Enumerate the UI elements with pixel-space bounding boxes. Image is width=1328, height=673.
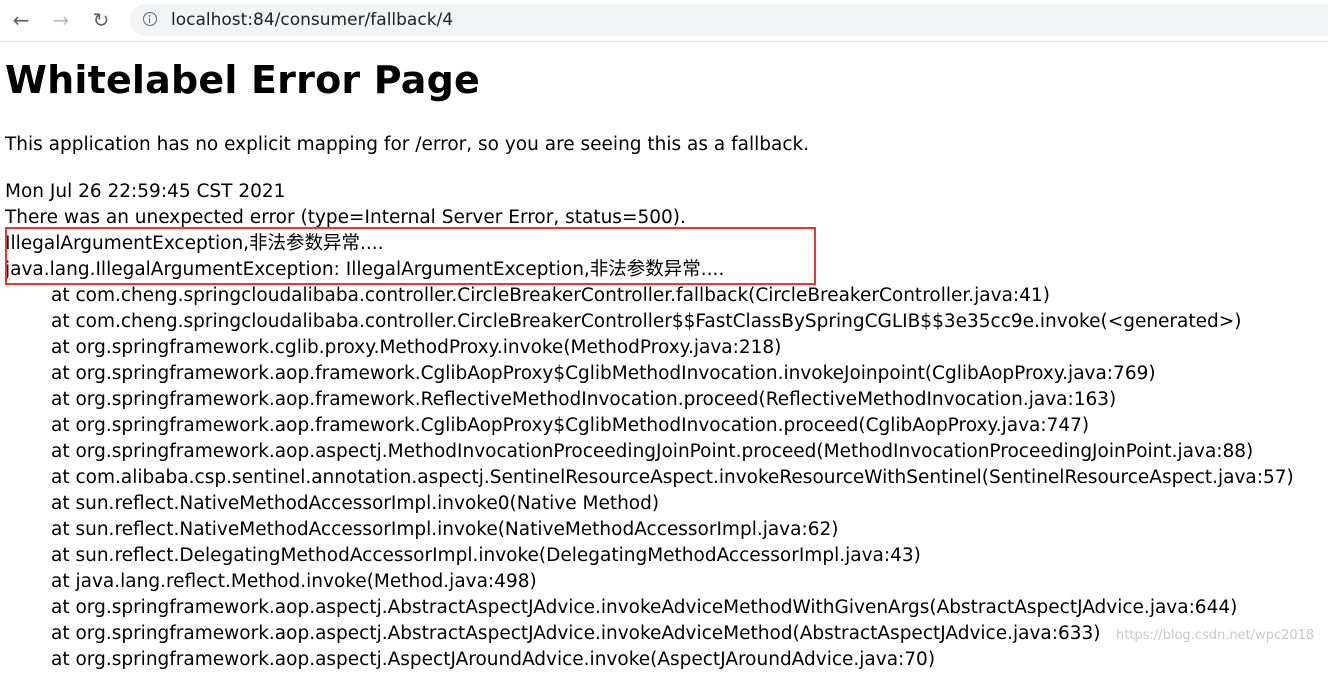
- browser-toolbar: ← → ↻ localhost:84/consumer/fallback/4: [0, 0, 1328, 42]
- stack-trace-line: at com.alibaba.csp.sentinel.annotation.a…: [51, 467, 1294, 488]
- page-title: Whitelabel Error Page: [5, 58, 480, 102]
- error-timestamp: Mon Jul 26 22:59:45 CST 2021: [5, 181, 286, 202]
- stack-trace-line: at sun.reflect.DelegatingMethodAccessorI…: [51, 545, 921, 566]
- forward-button[interactable]: →: [47, 7, 75, 33]
- arrow-right-icon: →: [52, 8, 70, 32]
- back-button[interactable]: ←: [7, 7, 35, 33]
- info-circle-icon[interactable]: [143, 12, 157, 26]
- stack-trace-line: at sun.reflect.NativeMethodAccessorImpl.…: [51, 519, 839, 540]
- stack-trace-line: at org.springframework.cglib.proxy.Metho…: [51, 337, 782, 358]
- reload-icon: ↻: [92, 8, 110, 32]
- stack-trace: at com.cheng.springcloudalibaba.controll…: [5, 283, 1294, 673]
- stack-trace-line: at java.lang.reflect.Method.invoke(Metho…: [51, 571, 537, 592]
- stack-trace-line: at com.cheng.springcloudalibaba.controll…: [51, 285, 1050, 306]
- arrow-left-icon: ←: [12, 8, 30, 32]
- stack-trace-line: at org.springframework.aop.aspectj.Aspec…: [51, 649, 936, 670]
- stack-trace-line: at org.springframework.aop.framework.Cgl…: [51, 363, 1156, 384]
- stack-trace-line: at org.springframework.aop.framework.Cgl…: [51, 415, 1090, 436]
- stack-trace-line: at org.springframework.aop.aspectj.Metho…: [51, 441, 1254, 462]
- stack-trace-line: at org.springframework.aop.aspectj.Abstr…: [51, 623, 1101, 644]
- watermark: https://blog.csdn.net/wpc2018: [1116, 628, 1315, 643]
- address-bar[interactable]: localhost:84/consumer/fallback/4: [130, 4, 1328, 36]
- highlight-box: [5, 227, 816, 285]
- stack-trace-line: at org.springframework.aop.framework.Ref…: [51, 389, 1117, 410]
- stack-trace-line: at com.cheng.springcloudalibaba.controll…: [51, 311, 1242, 332]
- error-description: This application has no explicit mapping…: [5, 134, 810, 155]
- stack-trace-line: at org.springframework.aop.aspectj.Abstr…: [51, 597, 1238, 618]
- reload-button[interactable]: ↻: [87, 7, 115, 33]
- url-text[interactable]: localhost:84/consumer/fallback/4: [171, 10, 453, 30]
- stack-trace-line: at sun.reflect.NativeMethodAccessorImpl.…: [51, 493, 660, 514]
